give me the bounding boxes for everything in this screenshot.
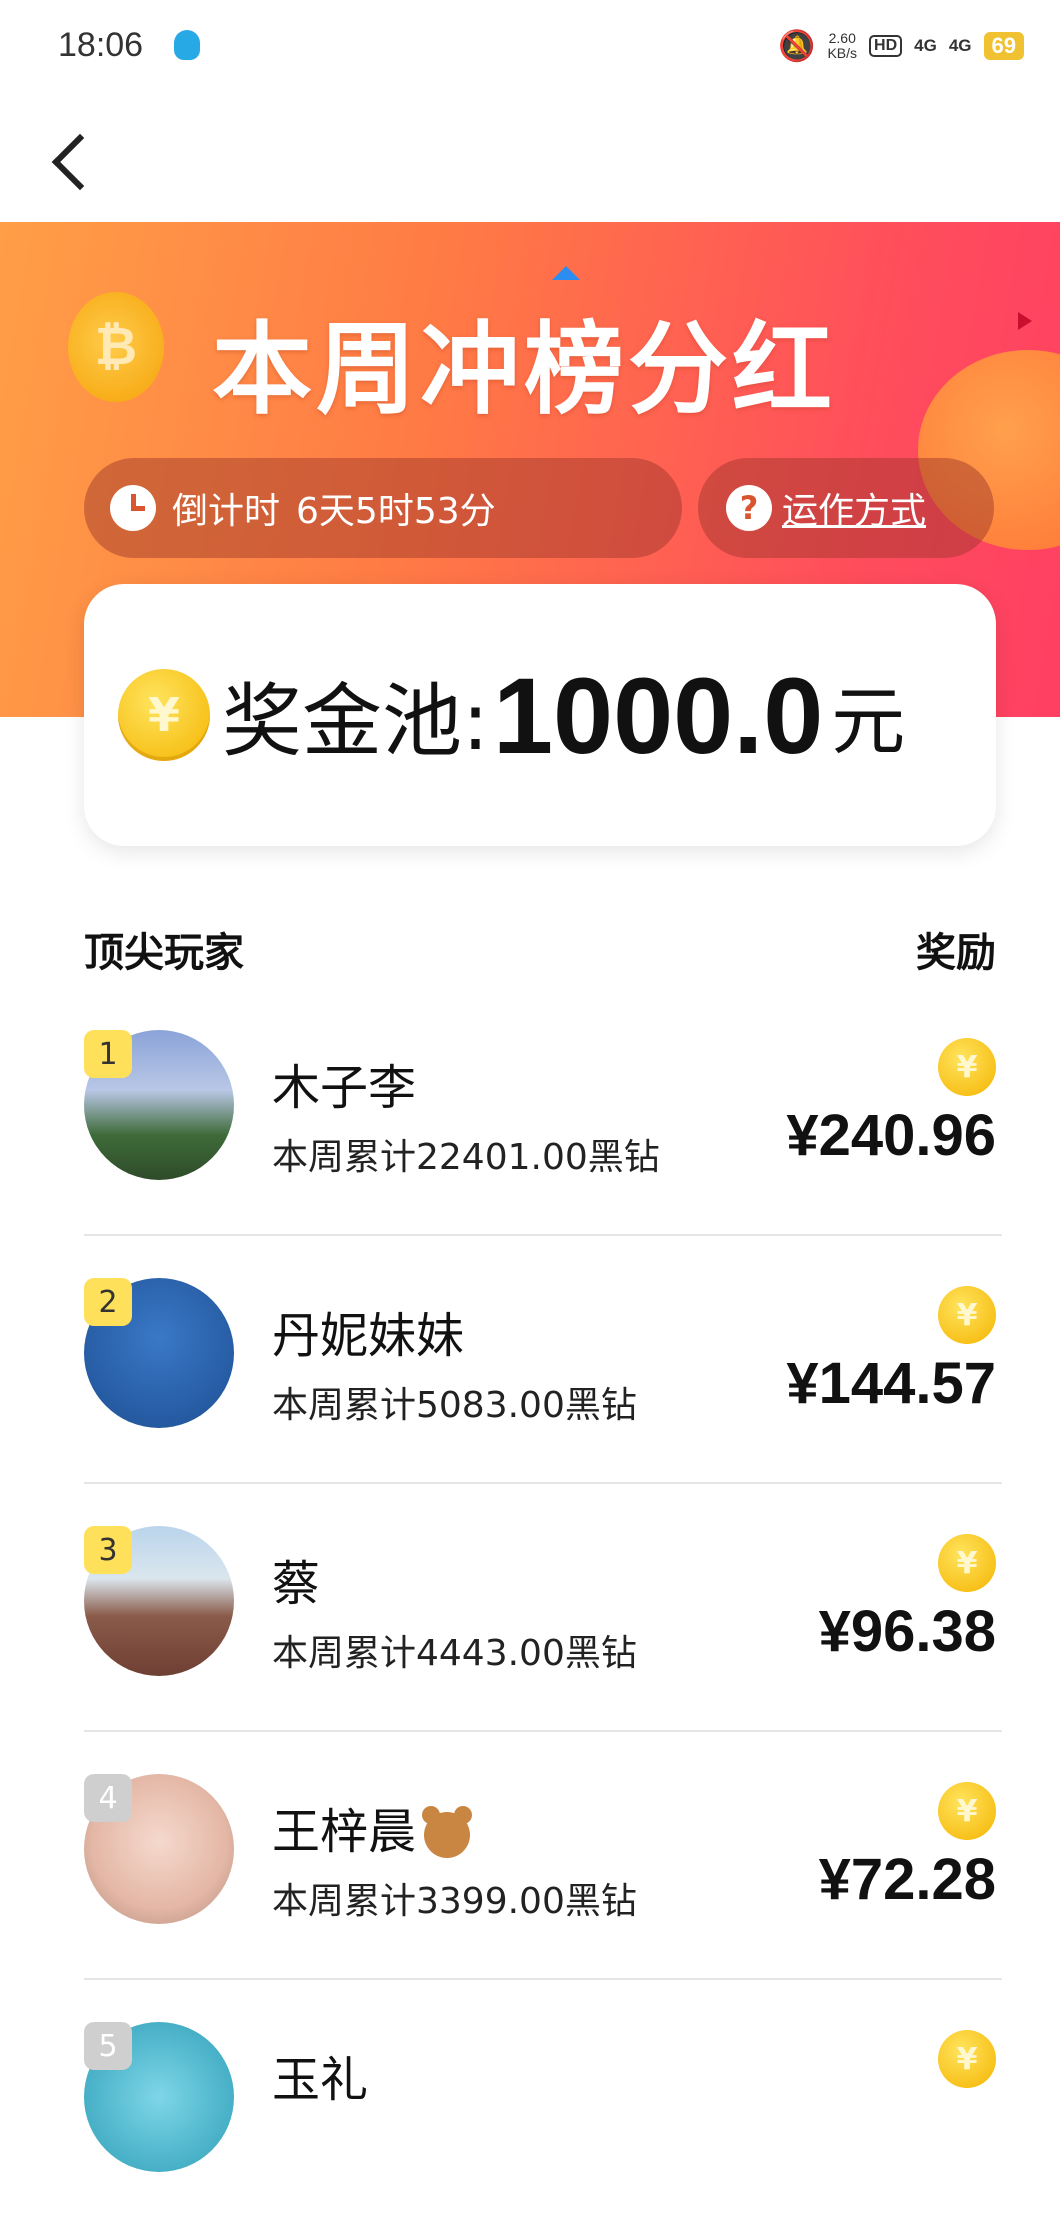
player-row[interactable]: 1 木子李 本周累计22401.00黑钻 ¥ ¥240.96 (84, 990, 1002, 1236)
player-score: 本周累计5083.00黑钻 (272, 1385, 637, 1426)
prize-pool-card: ¥ 奖金池: 1000.0 元 (84, 584, 996, 846)
player-row[interactable]: 4 王梓晨 本周累计3399.00黑钻 ¥ ¥72.28 (84, 1734, 1002, 1980)
player-reward: ¥240.96 (786, 1103, 996, 1168)
player-name: 木子李 (272, 1060, 417, 1116)
player-reward: ¥72.28 (818, 1847, 996, 1912)
player-score: 本周累计4443.00黑钻 (272, 1633, 637, 1674)
countdown-value: 6天5时53分 (296, 491, 496, 532)
yuan-coin-icon: ¥ (118, 669, 210, 761)
player-row[interactable]: 3 蔡 本周累计4443.00黑钻 ¥ ¥96.38 (84, 1486, 1002, 1732)
battery-icon: 69 (983, 32, 1024, 60)
player-name: 丹妮妹妹 (272, 1308, 465, 1364)
prize-pool-label: 奖金池: (222, 675, 489, 768)
yuan-coin-icon: ¥ (938, 1534, 996, 1592)
banner-title: 本周冲榜分红 (212, 311, 836, 428)
prize-pool-unit: 元 (831, 678, 906, 765)
rank-badge: 5 (84, 2022, 132, 2070)
player-name: 王梓晨 (272, 1804, 417, 1860)
teddy-bear-icon (422, 1806, 473, 1858)
hd-icon: HD (869, 35, 903, 57)
qq-notification-icon (174, 30, 200, 60)
player-row[interactable]: 2 丹妮妹妹 本周累计5083.00黑钻 ¥ ¥144.57 (84, 1238, 1002, 1484)
divider (84, 1234, 1002, 1236)
mute-bell-icon: 🔕 (778, 29, 816, 63)
question-icon: ? (726, 485, 772, 531)
top-players-header: 顶尖玩家 (84, 930, 244, 976)
how-it-works-button[interactable]: ? 运作方式 (698, 458, 994, 558)
divider (84, 1482, 1002, 1484)
player-score: 本周累计22401.00黑钻 (272, 1137, 660, 1178)
prize-pool-amount: 1000.0 (492, 654, 824, 776)
signal-icon-2: 4G (948, 36, 972, 55)
bitcoin-coin-icon: ₿ (68, 292, 164, 402)
divider (84, 1978, 1002, 1980)
sparkle-icon (552, 266, 580, 280)
rank-badge: 3 (84, 1526, 132, 1574)
back-button[interactable] (44, 120, 109, 200)
player-reward: ¥96.38 (818, 1599, 996, 1664)
yuan-coin-icon: ¥ (938, 2030, 996, 2088)
player-name: 玉礼 (272, 2052, 369, 2108)
countdown-pill: 倒计时 6天5时53分 (84, 458, 682, 558)
player-score: 本周累计3399.00黑钻 (272, 1881, 637, 1922)
chevron-left-icon (51, 133, 109, 191)
rank-badge: 2 (84, 1278, 132, 1326)
yuan-coin-icon: ¥ (938, 1038, 996, 1096)
how-it-works-label: 运作方式 (782, 491, 927, 532)
status-bar: 18:06 🔕 2.60 KB/s HD 4G 4G 69 (0, 0, 1060, 96)
status-icons: 🔕 2.60 KB/s HD 4G 4G 69 (778, 26, 1024, 66)
player-name: 蔡 (272, 1556, 321, 1612)
player-reward: ¥144.57 (786, 1351, 996, 1416)
rank-badge: 4 (84, 1774, 132, 1822)
yuan-coin-icon: ¥ (938, 1782, 996, 1840)
reward-header: 奖励 (916, 930, 996, 976)
sparkle-icon (1018, 312, 1032, 330)
signal-icon-1: 4G (914, 36, 937, 55)
player-row[interactable]: 5 玉礼 ¥ (84, 1982, 996, 2228)
clock-icon (110, 485, 156, 531)
network-speed: 2.60 KB/s (827, 30, 858, 61)
status-time: 18:06 (58, 26, 144, 64)
divider (84, 1730, 1002, 1732)
countdown-label: 倒计时 (172, 491, 281, 532)
rank-badge: 1 (84, 1030, 132, 1078)
yuan-coin-icon: ¥ (938, 1286, 996, 1344)
player-name-wrap: 王梓晨 (272, 1792, 473, 1862)
